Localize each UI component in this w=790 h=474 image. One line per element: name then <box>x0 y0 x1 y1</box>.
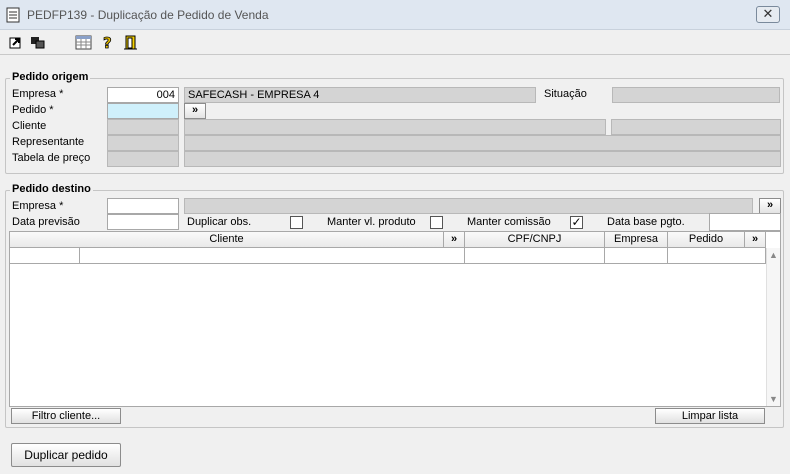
origem-pedido-label: Pedido * <box>12 104 54 116</box>
col-header-empresa[interactable]: Empresa <box>605 232 668 248</box>
exit-door-icon[interactable] <box>122 34 140 51</box>
destino-empresa-lookup-button[interactable]: » <box>759 198 781 214</box>
situacao-field <box>612 87 780 103</box>
origem-representante-name <box>184 135 781 151</box>
origem-representante-code <box>107 135 179 151</box>
cell-cliente-name[interactable] <box>80 248 465 264</box>
filtro-cliente-button[interactable]: Filtro cliente... <box>11 408 121 424</box>
calendar-grid-icon[interactable] <box>75 34 93 51</box>
cell-cliente-code[interactable] <box>10 248 80 264</box>
col-header-cliente-lookup-button[interactable]: » <box>444 232 465 248</box>
data-base-pgto-input[interactable] <box>709 213 781 231</box>
origem-pedido-input[interactable] <box>107 103 179 119</box>
duplicar-pedido-button[interactable]: Duplicar pedido <box>11 443 121 467</box>
data-base-pgto-label: Data base pgto. <box>607 216 685 228</box>
data-previsao-label: Data previsão <box>12 216 80 228</box>
origem-cliente-name <box>184 119 606 135</box>
origem-cliente-doc <box>611 119 781 135</box>
destino-empresa-name <box>184 198 753 214</box>
manter-vl-produto-label: Manter vl. produto <box>327 216 416 228</box>
situacao-label: Situação <box>544 88 587 100</box>
document-icon <box>6 7 20 23</box>
origem-empresa-name: SAFECASH - EMPRESA 4 <box>184 87 536 103</box>
col-header-cliente[interactable]: Cliente <box>10 232 444 248</box>
svg-text:?: ? <box>103 34 112 51</box>
origem-empresa-label: Empresa * <box>12 88 64 100</box>
origem-cliente-code <box>107 119 179 135</box>
scroll-down-icon[interactable]: ▼ <box>769 394 778 404</box>
pedido-destino-title: Pedido destino <box>10 183 93 195</box>
cell-empresa[interactable] <box>605 248 668 264</box>
scroll-up-icon[interactable]: ▲ <box>769 250 778 260</box>
help-icon[interactable]: ? <box>99 34 117 51</box>
col-header-pedido[interactable]: Pedido <box>668 232 745 248</box>
data-previsao-input[interactable] <box>107 214 179 230</box>
destino-empresa-input[interactable] <box>107 198 179 214</box>
duplicar-obs-checkbox[interactable] <box>290 216 303 229</box>
copy-window-icon[interactable] <box>29 34 47 51</box>
duplicar-obs-label: Duplicar obs. <box>187 216 252 228</box>
origem-tabela-name <box>184 151 781 167</box>
pedido-origem-title: Pedido origem <box>10 71 91 83</box>
destino-empresa-label: Empresa * <box>12 200 64 212</box>
origem-pedido-lookup-button[interactable]: » <box>184 103 206 119</box>
export-icon[interactable] <box>7 34 25 51</box>
origem-empresa-input[interactable]: 004 <box>107 87 179 103</box>
cell-cpf-cnpj[interactable] <box>465 248 605 264</box>
limpar-lista-button[interactable]: Limpar lista <box>655 408 765 424</box>
window-title: PEDFP139 - Duplicação de Pedido de Venda <box>27 8 269 22</box>
col-header-pedido-lookup-button[interactable]: » <box>745 232 766 248</box>
origem-cliente-label: Cliente <box>12 120 47 132</box>
manter-comissao-label: Manter comissão <box>467 216 551 228</box>
pedidos-grid[interactable]: Cliente » CPF/CNPJ Empresa Pedido » ▲ ▼ <box>9 231 781 407</box>
col-header-cpf-cnpj[interactable]: CPF/CNPJ <box>465 232 605 248</box>
origem-tabela-label: Tabela de preço <box>12 152 91 164</box>
cell-pedido[interactable] <box>668 248 766 264</box>
origem-representante-label: Representante <box>12 136 85 148</box>
close-button[interactable]: ✕ <box>756 6 780 23</box>
manter-vl-produto-checkbox[interactable] <box>430 216 443 229</box>
manter-comissao-checkbox[interactable]: ✓ <box>570 216 583 229</box>
origem-tabela-code <box>107 151 179 167</box>
window-titlebar: PEDFP139 - Duplicação de Pedido de Venda… <box>0 0 790 30</box>
grid-vertical-scrollbar[interactable]: ▲ ▼ <box>766 248 780 406</box>
toolbar: ? <box>0 30 790 55</box>
